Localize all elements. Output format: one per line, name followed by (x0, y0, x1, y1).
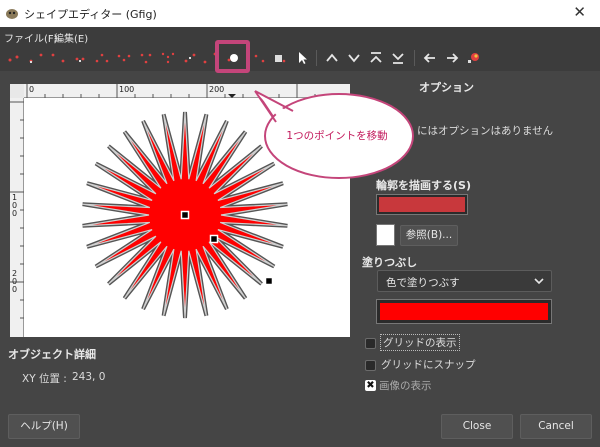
fill-label: 塗りつぶし (362, 256, 418, 269)
create-polygon-icon[interactable] (136, 49, 156, 67)
chevron-down-icon (533, 274, 545, 291)
next-icon[interactable] (442, 49, 462, 67)
control-point-handle (264, 276, 274, 286)
ruler-left: 1 0 0 2 0 0 (10, 98, 24, 337)
brush-browse-button[interactable]: 参照(B)... (400, 225, 458, 246)
stroke-label: 輪郭を描画する(S) (376, 179, 471, 192)
callout-text: 1つのポイントを移動 (286, 130, 388, 142)
to-bottom-icon[interactable] (388, 49, 408, 67)
tool-highlight-box (215, 40, 250, 73)
toolbar (0, 45, 600, 71)
create-circle-icon[interactable] (70, 49, 90, 67)
select-object-icon[interactable] (292, 49, 312, 67)
stroke-color-swatch (379, 197, 465, 212)
fill-type-dropdown[interactable]: 色で塗りつぶす (377, 270, 552, 292)
previous-icon[interactable] (420, 49, 440, 67)
help-button[interactable]: ヘルプ(H) (8, 414, 80, 439)
snap-to-grid-label[interactable]: グリッドにスナップ (381, 357, 476, 372)
ruler-corner (10, 84, 24, 98)
ruler-label-100v: 1 0 0 (12, 193, 18, 218)
create-rectangle-icon[interactable] (48, 49, 68, 67)
title-bar: シェイプエディター (Gfig) ✕ (0, 0, 600, 27)
show-image-label[interactable]: 画像の表示 (379, 378, 432, 393)
show-grid-label[interactable]: グリッドの表示 (380, 334, 460, 351)
show-image-checkbox[interactable]: ✖ (365, 380, 376, 391)
create-point-icon[interactable] (4, 49, 24, 67)
lower-icon[interactable] (344, 49, 364, 67)
ruler-label-200: 200 (209, 85, 225, 94)
fill-color-button[interactable] (376, 299, 552, 324)
fill-type-value: 色で塗りつぶす (386, 277, 460, 289)
window-close-button[interactable]: ✕ (573, 3, 586, 21)
copy-object-icon[interactable] (250, 49, 270, 67)
create-arc-icon[interactable] (114, 49, 134, 67)
create-ellipse-icon[interactable] (92, 49, 112, 67)
control-point-handle (180, 210, 190, 220)
control-point-handle (209, 234, 219, 244)
create-spiral-icon[interactable] (180, 49, 200, 67)
xy-position-value: 243, 0 (72, 371, 106, 383)
menu-bar: ファイル(F) 編集(E) (0, 27, 600, 45)
raise-icon[interactable] (322, 49, 342, 67)
cancel-button[interactable]: Cancel (520, 414, 592, 439)
toolbar-separator (316, 50, 317, 66)
options-title: オプション (419, 81, 474, 94)
options-info-text: にはオプションはありません (417, 125, 554, 137)
create-star-icon[interactable] (158, 49, 178, 67)
show-grid-checkbox[interactable] (365, 338, 376, 349)
menu-edit[interactable]: 編集(E) (54, 30, 88, 45)
ruler-label-0: 0 (29, 85, 35, 94)
ruler-label-200v: 2 0 0 (12, 269, 18, 294)
delete-object-icon[interactable] (270, 49, 290, 67)
object-details-title: オブジェクト詳細 (8, 348, 96, 361)
close-button[interactable]: Close (441, 414, 513, 439)
show-all-icon[interactable] (464, 49, 484, 67)
gimp-app-icon (6, 9, 18, 19)
toolbar-separator (414, 50, 415, 66)
to-top-icon[interactable] (366, 49, 386, 67)
ruler-label-100: 100 (119, 85, 135, 94)
menu-file[interactable]: ファイル(F) (4, 30, 58, 45)
fill-color-swatch (380, 303, 548, 320)
create-line-icon[interactable] (26, 49, 46, 67)
stroke-color-button[interactable] (376, 194, 468, 215)
xy-position-label: XY 位置 : (22, 373, 67, 385)
brush-preview (376, 224, 395, 246)
window-title: シェイプエディター (Gfig) (24, 8, 157, 21)
snap-to-grid-checkbox[interactable] (365, 360, 376, 371)
